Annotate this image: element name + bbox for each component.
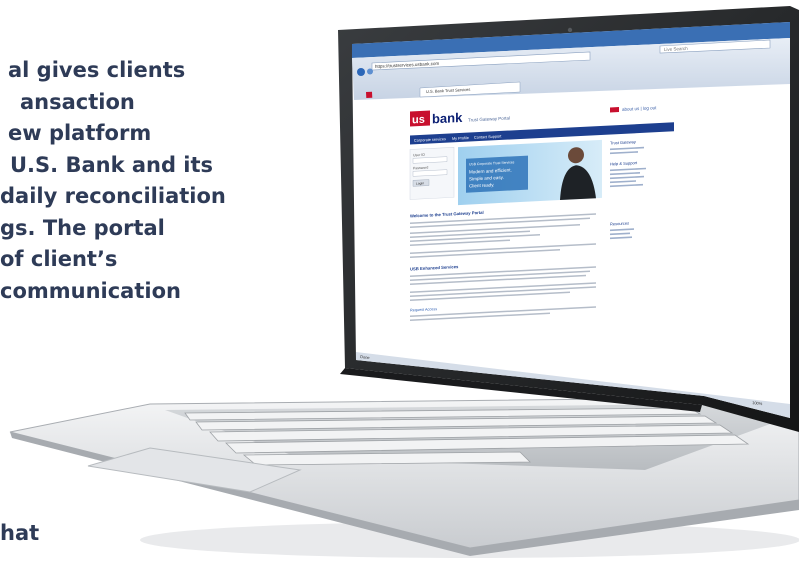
copy-trailing: hat [0, 521, 40, 545]
login-button-label: Login [416, 181, 424, 185]
marketing-copy: al gives clients ansaction ew platform U… [0, 55, 330, 307]
right-col-heading-2: Resources [610, 221, 629, 227]
forward-button-icon[interactable] [367, 68, 373, 75]
copy-line-7: communication [0, 278, 181, 303]
laptop-screen: https://trustservices.usbank.com Live Se… [352, 22, 790, 418]
usbank-logo-bank: bank [432, 110, 463, 127]
favicon-red-icon [366, 91, 373, 98]
copy-line-6: of client’s [0, 247, 118, 271]
copy-line-4: daily reconciliation [0, 184, 226, 208]
copy-line-1: ansaction [20, 89, 135, 114]
login-field-label-1: Password [413, 166, 428, 171]
back-button-icon[interactable] [357, 68, 365, 76]
login-field-label-0: User ID [413, 153, 425, 158]
copy-line-5: gs. The portal [0, 215, 165, 240]
webcam [567, 27, 573, 33]
top-right-red-icon [610, 107, 619, 113]
nav-item-1[interactable]: My Profile [452, 136, 469, 141]
copy-line-3: U.S. Bank and its [10, 152, 214, 177]
copy-line-2: ew platform [8, 121, 152, 145]
copy-line-0: al gives clients [8, 58, 186, 82]
usbank-logo-us: us [412, 114, 425, 127]
